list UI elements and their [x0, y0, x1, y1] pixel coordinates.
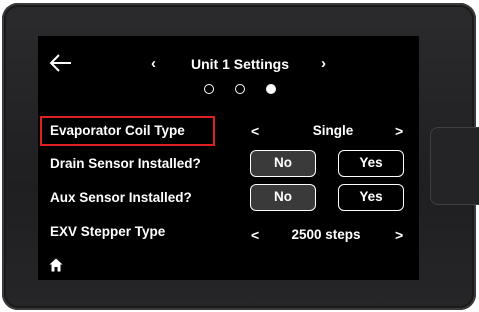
page-dot-3[interactable]	[266, 84, 276, 94]
evaporator-next-button[interactable]: >	[395, 122, 403, 140]
page-indicator	[201, 84, 281, 98]
aux-sensor-yes-button[interactable]: Yes	[338, 184, 404, 211]
drain-sensor-no-button[interactable]: No	[250, 150, 316, 177]
home-icon[interactable]	[49, 258, 63, 272]
evaporator-prev-button[interactable]: <	[251, 122, 259, 140]
evaporator-coil-type-label: Evaporator Coil Type	[50, 123, 185, 138]
drain-sensor-yes-button[interactable]: Yes	[338, 150, 404, 177]
aux-sensor-no-button[interactable]: No	[250, 184, 316, 211]
exv-next-button[interactable]: >	[395, 226, 403, 244]
exv-stepper-type-label: EXV Stepper Type	[50, 224, 166, 239]
evaporator-coil-type-value: Single	[312, 123, 354, 138]
page-title: Unit 1 Settings	[190, 56, 289, 72]
prev-page-button[interactable]: ‹	[151, 54, 156, 74]
header-bar: ‹ Unit 1 Settings ›	[38, 54, 419, 76]
exv-stepper-type-value: 2500 steps	[291, 227, 361, 242]
page-dot-2[interactable]	[235, 84, 245, 94]
aux-sensor-label: Aux Sensor Installed?	[50, 190, 192, 205]
next-page-button[interactable]: ›	[321, 54, 326, 74]
touch-screen: ‹ Unit 1 Settings › Evaporator Coil Type…	[38, 36, 419, 280]
side-knob	[430, 127, 479, 205]
drain-sensor-label: Drain Sensor Installed?	[50, 156, 201, 171]
exv-prev-button[interactable]: <	[251, 226, 259, 244]
page-dot-1[interactable]	[204, 84, 214, 94]
